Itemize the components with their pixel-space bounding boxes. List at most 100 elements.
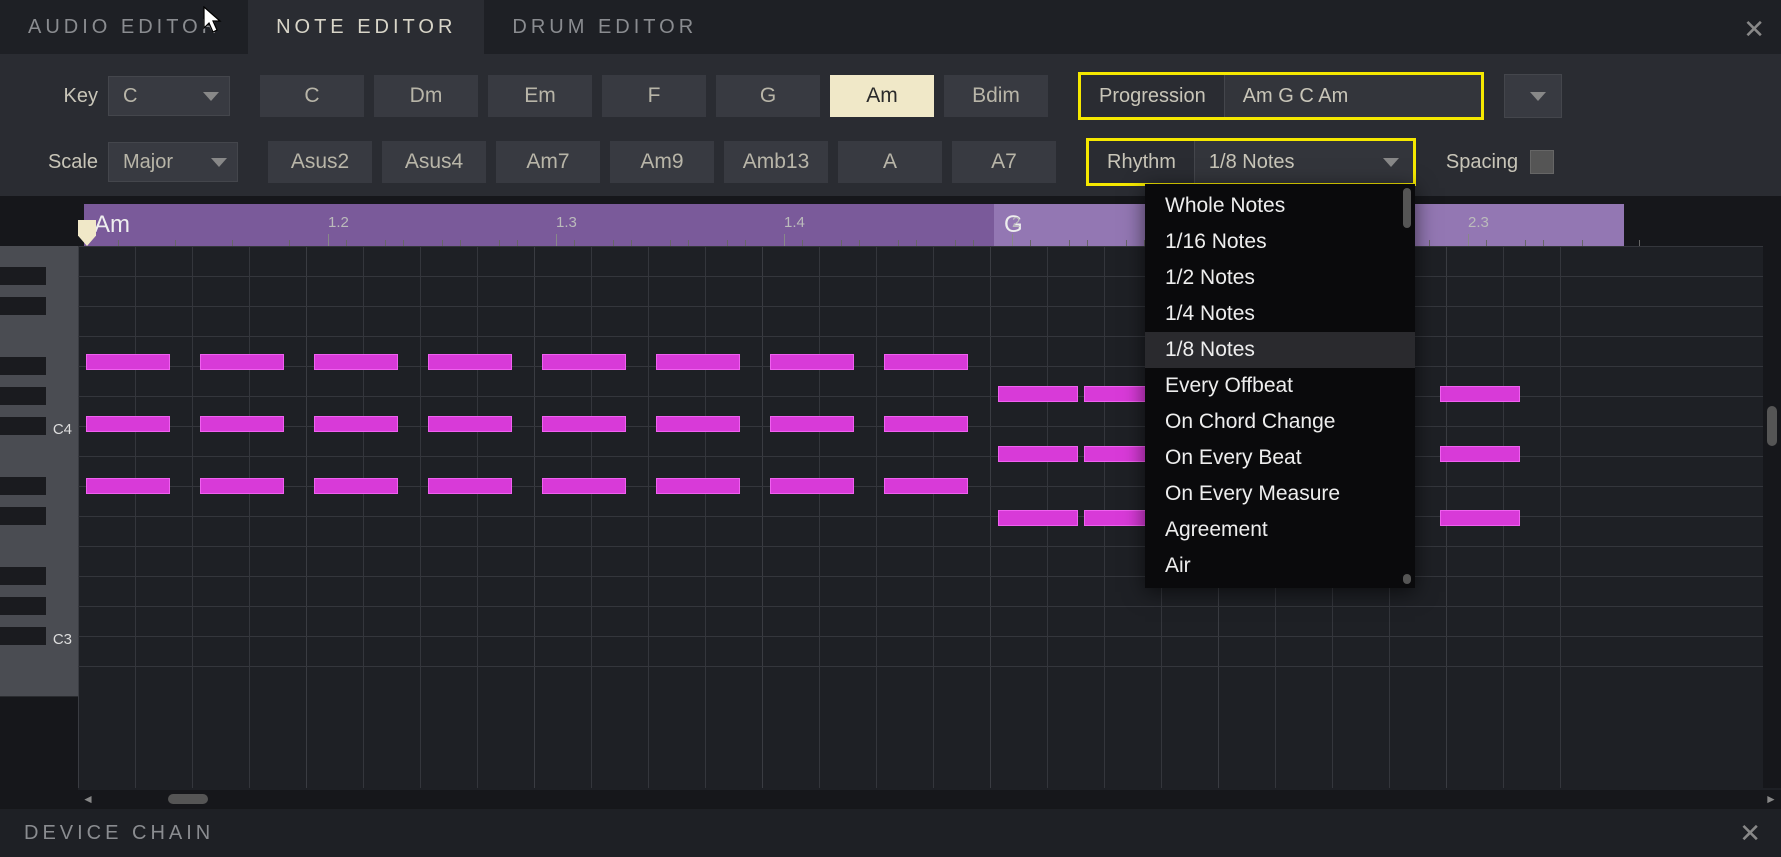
note-grid[interactable]	[78, 246, 1781, 788]
piano-black-key[interactable]	[0, 387, 46, 405]
close-device-chain-icon[interactable]: ✕	[1739, 818, 1765, 849]
midi-note[interactable]	[1440, 386, 1520, 402]
midi-note[interactable]	[542, 416, 626, 432]
device-chain-footer[interactable]: DEVICE CHAIN ✕	[0, 808, 1781, 857]
rhythm-dropdown-menu[interactable]: Whole Notes1/16 Notes1/2 Notes1/4 Notes1…	[1145, 184, 1415, 588]
tab-note-editor[interactable]: NOTE EDITOR	[248, 0, 484, 54]
midi-note[interactable]	[200, 354, 284, 370]
horizontal-scrollbar[interactable]: ◄ ►	[78, 790, 1781, 808]
close-editor-icon[interactable]: ✕	[1743, 14, 1765, 45]
midi-note[interactable]	[770, 416, 854, 432]
piano-black-key[interactable]	[0, 267, 46, 285]
tab-audio-editor[interactable]: AUDIO EDITOR	[0, 0, 248, 54]
chord-chip-f[interactable]: F	[602, 75, 706, 117]
chord-chip-c[interactable]: C	[260, 75, 364, 117]
scale-select[interactable]: Major	[108, 142, 238, 182]
rhythm-option[interactable]: 1/2 Notes	[1145, 260, 1415, 296]
chord-chip-dm[interactable]: Dm	[374, 75, 478, 117]
piano-black-key[interactable]	[0, 567, 46, 585]
midi-note[interactable]	[428, 478, 512, 494]
dropdown-scroll-thumb-top[interactable]	[1403, 188, 1411, 228]
rhythm-option[interactable]: Whole Notes	[1145, 188, 1415, 224]
midi-note[interactable]	[86, 478, 170, 494]
rhythm-option[interactable]: Agreement	[1145, 512, 1415, 548]
dropdown-scrollbar[interactable]	[1401, 188, 1413, 584]
midi-note[interactable]	[314, 354, 398, 370]
midi-note[interactable]	[770, 478, 854, 494]
scroll-left-arrow[interactable]: ◄	[78, 792, 98, 806]
key-select[interactable]: C	[108, 76, 230, 116]
midi-note[interactable]	[770, 354, 854, 370]
horizontal-scroll-thumb[interactable]	[168, 794, 208, 804]
scroll-right-arrow[interactable]: ►	[1761, 792, 1781, 806]
scale-label: Scale	[30, 151, 98, 174]
rhythm-option[interactable]: 1/16 Notes	[1145, 224, 1415, 260]
piano-black-key[interactable]	[0, 477, 46, 495]
rhythm-select[interactable]: 1/8 Notes	[1195, 141, 1413, 183]
device-chain-label: DEVICE CHAIN	[24, 822, 214, 845]
tab-drum-editor[interactable]: DRUM EDITOR	[484, 0, 725, 54]
midi-note[interactable]	[314, 478, 398, 494]
rhythm-option[interactable]: 1/4 Notes	[1145, 296, 1415, 332]
chord-chip-bdim[interactable]: Bdim	[944, 75, 1048, 117]
midi-note[interactable]	[86, 354, 170, 370]
piano-keyboard[interactable]: C4C3	[0, 246, 78, 808]
chord-chip-asus2[interactable]: Asus2	[268, 141, 372, 183]
note-grid-wrap: AmG1.21.31.422.3	[78, 196, 1781, 808]
midi-note[interactable]	[428, 416, 512, 432]
ruler-tick-label: 1.3	[556, 214, 577, 231]
chord-chip-am[interactable]: Am	[830, 75, 934, 117]
rhythm-option[interactable]: On Every Beat	[1145, 440, 1415, 476]
piano-black-key[interactable]	[0, 627, 46, 645]
piano-black-key[interactable]	[0, 597, 46, 615]
progression-input[interactable]: Am G C Am	[1225, 75, 1481, 117]
rhythm-option[interactable]: On Chord Change	[1145, 404, 1415, 440]
piano-black-key[interactable]	[0, 507, 46, 525]
chord-chip-em[interactable]: Em	[488, 75, 592, 117]
piano-black-key[interactable]	[0, 357, 46, 375]
chord-chip-am9[interactable]: Am9	[610, 141, 714, 183]
midi-note[interactable]	[884, 354, 968, 370]
midi-note[interactable]	[86, 416, 170, 432]
midi-note[interactable]	[200, 478, 284, 494]
clip-ruler[interactable]: AmG1.21.31.422.3	[78, 196, 1781, 246]
midi-note[interactable]	[998, 510, 1078, 526]
midi-note[interactable]	[998, 386, 1078, 402]
midi-note[interactable]	[656, 478, 740, 494]
piano-black-key[interactable]	[0, 297, 46, 315]
chord-chip-a7[interactable]: A7	[952, 141, 1056, 183]
rhythm-option[interactable]: Every Offbeat	[1145, 368, 1415, 404]
rhythm-option[interactable]: 1/8 Notes	[1145, 332, 1415, 368]
diatonic-chord-chips: CDmEmFGAmBdim	[260, 75, 1048, 117]
midi-note[interactable]	[314, 416, 398, 432]
chord-chip-am7[interactable]: Am7	[496, 141, 600, 183]
piano-key-label: C3	[53, 631, 72, 648]
midi-note[interactable]	[1440, 446, 1520, 462]
rhythm-option[interactable]: On Every Measure	[1145, 476, 1415, 512]
spacing-checkbox[interactable]	[1530, 150, 1554, 174]
chord-chip-a[interactable]: A	[838, 141, 942, 183]
vertical-scroll-thumb[interactable]	[1767, 406, 1777, 446]
midi-note[interactable]	[428, 354, 512, 370]
rhythm-option[interactable]: Air	[1145, 548, 1415, 584]
chord-chip-g[interactable]: G	[716, 75, 820, 117]
midi-note[interactable]	[656, 354, 740, 370]
midi-note[interactable]	[200, 416, 284, 432]
midi-note[interactable]	[542, 354, 626, 370]
midi-note[interactable]	[998, 446, 1078, 462]
dropdown-scroll-thumb-bottom[interactable]	[1403, 574, 1411, 584]
key-label: Key	[30, 85, 98, 108]
chord-chip-amb13[interactable]: Amb13	[724, 141, 828, 183]
midi-note[interactable]	[542, 478, 626, 494]
piano-white-key[interactable]	[0, 666, 78, 697]
midi-note[interactable]	[1440, 510, 1520, 526]
piano-black-key[interactable]	[0, 417, 46, 435]
clip-region[interactable]: Am	[84, 204, 1004, 246]
ruler-tick-label: 1.2	[328, 214, 349, 231]
chord-chip-asus4[interactable]: Asus4	[382, 141, 486, 183]
midi-note[interactable]	[884, 416, 968, 432]
vertical-scrollbar[interactable]	[1763, 246, 1781, 788]
midi-note[interactable]	[656, 416, 740, 432]
midi-note[interactable]	[884, 478, 968, 494]
progression-dropdown-button[interactable]	[1504, 74, 1562, 118]
